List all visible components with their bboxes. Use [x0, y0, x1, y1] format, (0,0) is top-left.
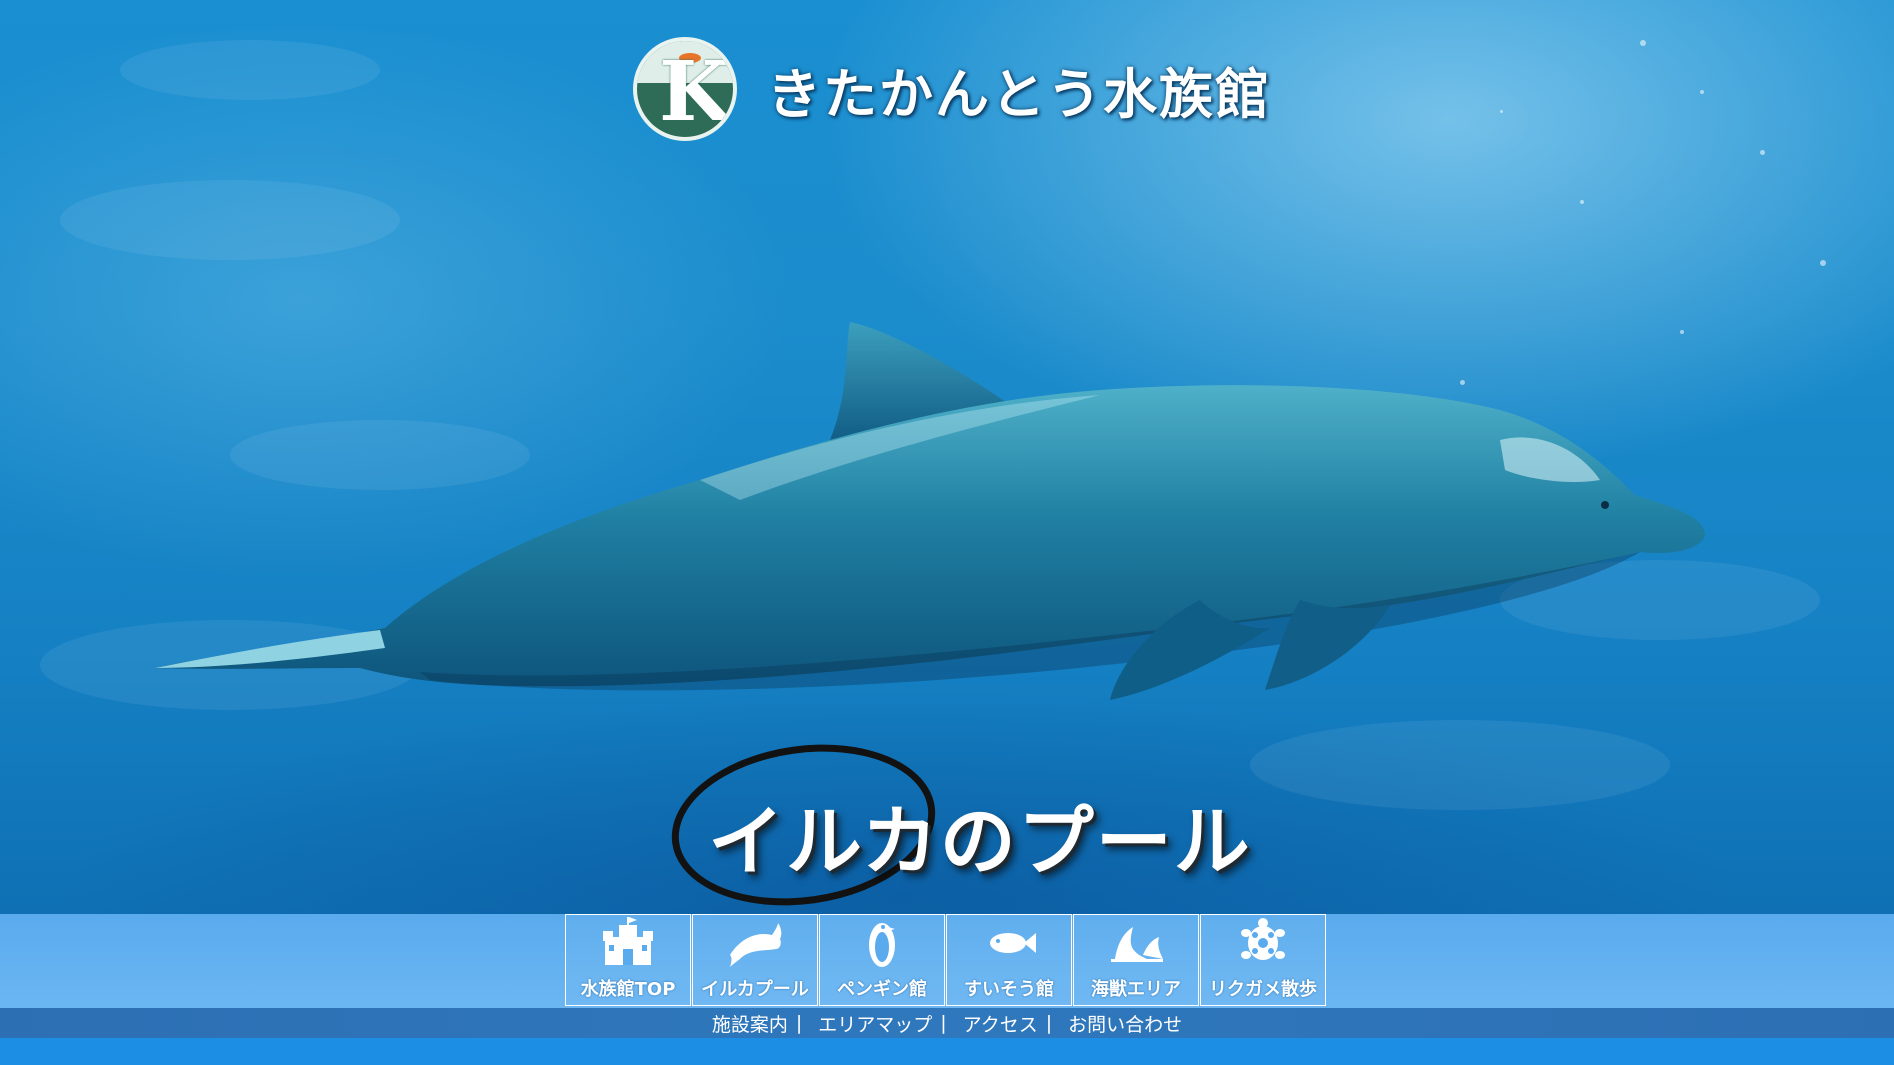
link-contact[interactable]: お問い合わせ — [1068, 1010, 1182, 1037]
bottom-band — [0, 1038, 1894, 1065]
nav-item-top[interactable]: 水族館TOP — [565, 914, 691, 1006]
nav-label: すいそう館 — [964, 979, 1054, 1000]
nav-item-dolphin-pool[interactable]: イルカプール — [692, 914, 818, 1006]
nav-item-marine-mammal[interactable]: 海獣エリア — [1073, 914, 1199, 1006]
site-logo[interactable]: K きたかんとう水族館 — [633, 34, 1271, 144]
link-area-map[interactable]: エリアマップ — [818, 1010, 932, 1037]
site-title: きたかんとう水族館 — [767, 62, 1271, 126]
penguin-icon — [869, 923, 895, 967]
link-facility-guide[interactable]: 施設案内 — [712, 1010, 788, 1037]
separator: | — [1045, 1012, 1053, 1034]
nav-item-aquarium-hall[interactable]: すいそう館 — [946, 914, 1072, 1006]
nav-item-tortoise[interactable]: リクガメ散歩 — [1200, 914, 1326, 1006]
logo-badge: K — [633, 37, 737, 141]
fish-icon — [990, 933, 1036, 953]
sub-nav: 施設案内 | エリアマップ | アクセス | お問い合わせ — [0, 1008, 1894, 1038]
dolphin-icon — [730, 923, 782, 967]
castle-icon — [603, 917, 653, 965]
logo-letter: K — [659, 44, 731, 140]
nav-label: 海獣エリア — [1091, 979, 1181, 1000]
nav-label: リクガメ散歩 — [1209, 979, 1317, 1000]
seal-icon — [1111, 927, 1163, 962]
main-nav: 水族館TOP イルカプール ペンギン館 すいそう館 海獣エリア リクガメ散歩 — [565, 914, 1327, 1008]
turtle-icon — [1241, 918, 1285, 960]
nav-label: イルカプール — [701, 979, 809, 1000]
nav-label: ペンギン館 — [837, 979, 927, 1000]
separator: | — [940, 1012, 947, 1034]
nav-item-penguin[interactable]: ペンギン館 — [819, 914, 945, 1006]
link-access[interactable]: アクセス — [963, 1010, 1038, 1037]
separator: | — [795, 1012, 803, 1034]
hero-caption: イルカのプール — [708, 797, 1252, 886]
hero-background: K きたかんとう水族館 イルカのプール — [0, 0, 1894, 914]
nav-label: 水族館TOP — [580, 979, 676, 1000]
